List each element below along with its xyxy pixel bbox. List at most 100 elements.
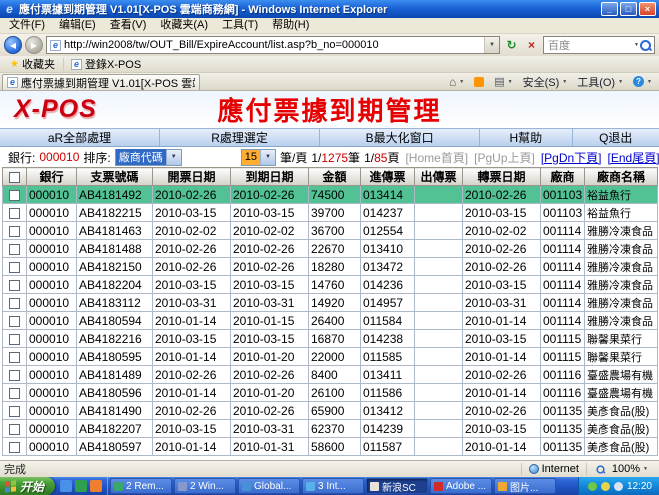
search-icon[interactable]: [639, 39, 652, 52]
table-cell: 2010-03-15: [231, 330, 309, 348]
favorites-item-xpos-login[interactable]: e 登錄X-POS: [63, 58, 148, 71]
table-row[interactable]: 000010AB41822042010-03-152010-03-1514760…: [3, 276, 658, 294]
tray-icon[interactable]: [588, 482, 597, 491]
row-checkbox[interactable]: [9, 316, 20, 327]
row-checkbox[interactable]: [9, 298, 20, 309]
table-row[interactable]: 000010AB41814902010-02-262010-02-2665900…: [3, 402, 658, 420]
start-button[interactable]: 开始: [0, 477, 55, 495]
table-cell: 36700: [309, 222, 361, 240]
table-row[interactable]: 000010AB41805952010-01-142010-01-2022000…: [3, 348, 658, 366]
print-button[interactable]: ▤ ▼: [489, 73, 517, 90]
quick-launch-icon[interactable]: [75, 480, 87, 492]
row-checkbox[interactable]: [9, 208, 20, 219]
table-cell: 2010-02-26: [463, 402, 541, 420]
row-checkbox[interactable]: [9, 334, 20, 345]
menu-help[interactable]: 帮助(H): [265, 18, 316, 33]
table-cell: 001114: [541, 240, 585, 258]
help-button[interactable]: ? ▼: [628, 73, 657, 90]
row-checkbox[interactable]: [9, 388, 20, 399]
taskbar-button[interactable]: Global...: [238, 478, 300, 494]
table-row[interactable]: 000010AB41822152010-03-152010-03-1539700…: [3, 204, 658, 222]
table-row[interactable]: 000010AB41814882010-02-262010-02-2622670…: [3, 240, 658, 258]
menu-view[interactable]: 查看(V): [103, 18, 154, 33]
row-checkbox[interactable]: [9, 352, 20, 363]
menu-file[interactable]: 文件(F): [2, 18, 52, 33]
menu-edit[interactable]: 编辑(E): [52, 18, 103, 33]
zoom-control[interactable]: 100% ▼: [586, 463, 655, 475]
close-button[interactable]: ×: [639, 2, 656, 16]
help-menu-button[interactable]: H幫助: [480, 129, 572, 146]
col-header-transfer-date: 轉票日期: [463, 168, 541, 186]
taskbar-button[interactable]: 2 Rem...: [110, 478, 172, 494]
safety-button[interactable]: 安全(S) ▼: [518, 73, 573, 90]
menu-tools[interactable]: 工具(T): [215, 18, 265, 33]
row-checkbox[interactable]: [9, 226, 20, 237]
taskbar-button[interactable]: Adobe ...: [430, 478, 492, 494]
table-row[interactable]: 000010AB41821502010-02-262010-02-2618280…: [3, 258, 658, 276]
table-cell: 18280: [309, 258, 361, 276]
search-input[interactable]: 百度 ▼: [543, 36, 655, 54]
table-row[interactable]: 000010AB41822162010-03-152010-03-1516870…: [3, 330, 658, 348]
table-row[interactable]: 000010AB41814632010-02-022010-02-0236700…: [3, 222, 658, 240]
taskbar-button[interactable]: 3 Int...: [302, 478, 364, 494]
table-row[interactable]: 000010AB41814922010-02-262010-02-2674500…: [3, 186, 658, 204]
sort-select[interactable]: 廠商代碼 ▼: [115, 149, 182, 166]
row-checkbox[interactable]: [9, 190, 20, 201]
taskbar-button-label: 2 Rem...: [126, 481, 164, 492]
address-input[interactable]: e http://win2008/tw/OUT_Bill/ExpireAccou…: [46, 36, 500, 54]
page-down-link[interactable]: [PgDn下頁]: [541, 149, 602, 166]
page-counter: 1/85頁: [364, 149, 399, 166]
table-cell: 013414: [361, 186, 415, 204]
back-button[interactable]: ◀: [4, 36, 22, 54]
taskbar-button[interactable]: 图片...: [494, 478, 556, 494]
table-row[interactable]: 000010AB41822072010-03-152010-03-3162370…: [3, 420, 658, 438]
maximize-button[interactable]: □: [620, 2, 637, 16]
tools-button[interactable]: 工具(O) ▼: [572, 73, 628, 90]
quick-launch-icon[interactable]: [60, 480, 72, 492]
quick-launch-icon[interactable]: [90, 480, 102, 492]
table-cell: 2010-03-15: [231, 204, 309, 222]
table-row[interactable]: 000010AB41805942010-01-142010-01-1526400…: [3, 312, 658, 330]
table-row[interactable]: 000010AB41805972010-01-142010-01-3158600…: [3, 438, 658, 456]
taskbar-button[interactable]: 2 Win...: [174, 478, 236, 494]
tray-icon[interactable]: [601, 482, 610, 491]
end-page-link[interactable]: [End尾頁]: [608, 149, 659, 166]
table-cell: AB4183112: [77, 294, 153, 312]
feeds-button[interactable]: [469, 73, 489, 90]
tray-icon[interactable]: [614, 482, 623, 491]
per-page-label: 筆/頁: [280, 149, 307, 166]
maximize-window-button[interactable]: B最大化窗口: [320, 129, 480, 146]
table-cell: 2010-02-26: [463, 240, 541, 258]
home-button[interactable]: ⌂ ▼: [444, 73, 469, 90]
menu-favorites[interactable]: 收藏夹(A): [153, 18, 215, 33]
col-header-amount: 金額: [309, 168, 361, 186]
table-row[interactable]: 000010AB41805962010-01-142010-01-2026100…: [3, 384, 658, 402]
table-cell: AB4181492: [77, 186, 153, 204]
favorites-button[interactable]: ★ 收藏夹: [4, 57, 61, 72]
row-checkbox[interactable]: [9, 280, 20, 291]
refresh-button[interactable]: ↻: [503, 36, 520, 54]
row-checkbox[interactable]: [9, 370, 20, 381]
table-cell: 2010-01-14: [153, 384, 231, 402]
table-cell: AB4181488: [77, 240, 153, 258]
process-all-button[interactable]: aR全部處理: [0, 129, 160, 146]
row-checkbox[interactable]: [9, 244, 20, 255]
minimize-button[interactable]: _: [601, 2, 618, 16]
select-all-checkbox[interactable]: [9, 172, 20, 183]
row-checkbox[interactable]: [9, 424, 20, 435]
row-checkbox[interactable]: [9, 442, 20, 453]
status-bar: 完成 Internet 100% ▼: [0, 460, 659, 477]
address-dropdown-icon[interactable]: ▼: [484, 37, 499, 53]
row-checkbox[interactable]: [9, 262, 20, 273]
table-row[interactable]: 000010AB41831122010-03-312010-03-3114920…: [3, 294, 658, 312]
forward-button[interactable]: ▶: [25, 36, 43, 54]
tab-expire-account[interactable]: e 應付票據到期管理 V1.01[X-POS 雲端商務網]: [2, 74, 200, 90]
quit-button[interactable]: Q退出: [573, 129, 659, 146]
page-size-select[interactable]: 15 ▼: [241, 149, 276, 166]
chevron-down-icon: ▼: [166, 150, 181, 165]
row-checkbox[interactable]: [9, 406, 20, 417]
process-selected-button[interactable]: R處理選定: [160, 129, 320, 146]
stop-button[interactable]: ×: [523, 36, 540, 54]
table-row[interactable]: 000010AB41814892010-02-262010-02-2684000…: [3, 366, 658, 384]
taskbar-button[interactable]: 新浪SC: [366, 478, 428, 494]
